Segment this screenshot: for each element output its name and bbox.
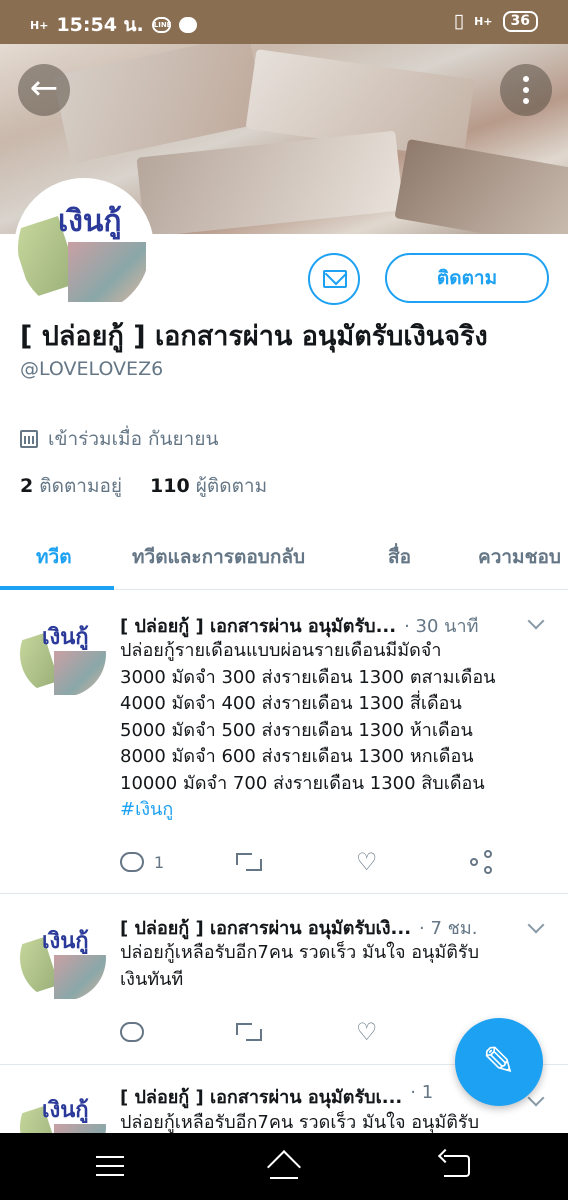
envelope-icon (323, 270, 347, 288)
tweet-time: · 30 นาที (404, 616, 479, 637)
tweet-avatar[interactable]: เงินกู้ (20, 611, 106, 697)
more-vertical-icon (523, 76, 529, 82)
tweet-item[interactable]: เงินกู้ [ ปล่อยกู้ ] เอกสารผ่าน อนุมัตรั… (0, 591, 568, 894)
calendar-icon (20, 430, 38, 448)
system-navigation-bar (0, 1133, 568, 1200)
avatar-text: เงินกู้ (58, 204, 122, 239)
reply-button[interactable] (120, 1017, 144, 1047)
signal-right-icon: H+ (474, 14, 493, 28)
tweet-actions: 1 ♡ (120, 847, 500, 877)
profile-tabs: ทวีต ทวีตและการตอบกลับ สื่อ ความชอบ (0, 526, 568, 590)
tweet-header: [ ปล่อยกู้ ] เอกสารผ่าน อนุมัตรับ... · 3… (120, 611, 478, 640)
chevron-down-icon[interactable] (527, 612, 545, 630)
share-icon (470, 850, 494, 874)
tab-tweets[interactable]: ทวีต (36, 542, 72, 572)
tweet-time: · 1 (410, 1082, 434, 1103)
arrow-left-icon: ← (29, 68, 59, 108)
reply-icon (120, 1022, 144, 1042)
status-bar: H+ 15:54 น. LINE ▯ H+ 36 (0, 0, 568, 44)
compose-feather-icon: ✎ (482, 1039, 516, 1085)
reply-icon (120, 852, 144, 872)
tweet-text: ปล่อยกู้เหลือรับอีก7คน รวดเร็ว มันใจ อนุ… (120, 1112, 479, 1133)
back-button[interactable]: ← (18, 64, 70, 116)
tab-tweets-replies[interactable]: ทวีตและการตอบกลับ (132, 542, 305, 572)
vibrate-icon: ▯ (453, 10, 465, 32)
chat-notification-icon (178, 17, 197, 33)
joined-text: เข้าร่วมเมื่อ กันยายน (48, 428, 219, 450)
tweet-text: ปล่อยกู้เหลือรับอีก7คน รวดเร็ว มันใจ อนุ… (120, 942, 479, 990)
tweet-text: ปล่อยกู้รายเดือนแบบผ่อนรายเดือนมีมัดจำ 3… (120, 640, 496, 820)
battery-indicator: 36 (502, 10, 538, 32)
heart-icon: ♡ (356, 1018, 378, 1046)
tweet-time: · 7 ชม. (419, 918, 478, 939)
tweet-author-name: [ ปล่อยกู้ ] เอกสารผ่าน อนุมัตรับเงิ... (120, 918, 412, 939)
tweet-actions: ♡ (120, 1017, 500, 1047)
tab-likes[interactable]: ความชอบ (478, 542, 561, 572)
compose-tweet-button[interactable]: ✎ (455, 1018, 543, 1106)
tweet-header: [ ปล่อยกู้ ] เอกสารผ่าน อนุมัตรับเงิ... … (120, 913, 477, 942)
like-button[interactable]: ♡ (356, 847, 378, 877)
tweet-author-name: [ ปล่อยกู้ ] เอกสารผ่าน อนุมัตรับ... (120, 616, 397, 637)
tweet-avatar[interactable]: เงินกู้ (20, 1084, 106, 1133)
profile-handle: @LOVELOVEZ6 (20, 358, 164, 380)
home-icon[interactable] (266, 1151, 302, 1179)
profile-display-name: [ ปล่อยกู้ ] เอกสารผ่าน อนุมัตรับเงินจริ… (20, 321, 488, 352)
status-time: 15:54 น. (56, 14, 144, 36)
menu-icon[interactable] (96, 1156, 124, 1176)
follow-button[interactable]: ติดตาม (385, 253, 549, 303)
joined-date: เข้าร่วมเมื่อ กันยายน (20, 424, 218, 454)
profile-avatar[interactable]: เงินกู้ (14, 178, 154, 318)
heart-icon: ♡ (356, 848, 378, 876)
followers-link[interactable]: 110 ผู้ติดตาม (150, 471, 267, 501)
retweet-icon (236, 1023, 262, 1041)
reply-count: 1 (154, 852, 165, 872)
tweet-author-name: [ ปล่อยกู้ ] เอกสารผ่าน อนุมัตรับเ... (120, 1087, 403, 1108)
share-button[interactable] (470, 847, 494, 877)
retweet-button[interactable] (236, 1017, 262, 1047)
like-button[interactable]: ♡ (356, 1017, 378, 1047)
reply-button[interactable]: 1 (120, 847, 164, 877)
hashtag-link[interactable]: #เงินกู (120, 799, 173, 820)
following-link[interactable]: 2 ติดตามอยู่ (20, 471, 122, 501)
chevron-down-icon[interactable] (527, 916, 545, 934)
retweet-icon (236, 853, 262, 871)
tweet-avatar[interactable]: เงินกู้ (20, 915, 106, 1001)
tweet-header: [ ปล่อยกู้ ] เอกสารผ่าน อนุมัตรับเ... · … (120, 1082, 433, 1111)
message-button[interactable] (308, 253, 360, 305)
back-icon[interactable] (444, 1155, 470, 1177)
active-tab-indicator (0, 586, 114, 590)
tab-media[interactable]: สื่อ (388, 542, 411, 572)
follow-stats: 2 ติดตามอยู่ 110 ผู้ติดตาม (20, 471, 267, 501)
signal-left-icon: H+ (30, 18, 49, 32)
retweet-button[interactable] (236, 847, 262, 877)
more-options-button[interactable] (500, 64, 552, 116)
line-app-icon: LINE (151, 17, 171, 33)
